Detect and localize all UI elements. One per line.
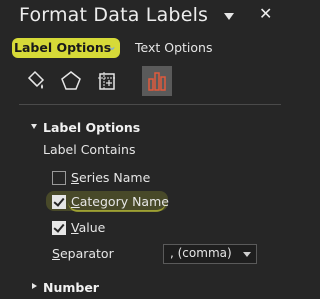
fill-line-tab[interactable]: [20, 66, 50, 96]
pane-options-chevron-icon[interactable]: [222, 8, 236, 20]
size-properties-tab[interactable]: [92, 66, 122, 96]
value-checkbox[interactable]: [52, 221, 66, 235]
close-icon[interactable]: ✕: [259, 4, 272, 23]
label-contains-heading: Label Contains: [43, 142, 136, 157]
label-options-icon-tab[interactable]: [142, 66, 172, 96]
value-label: Value: [71, 220, 106, 235]
pane-title: Format Data Labels: [19, 4, 209, 26]
effects-tab[interactable]: [56, 66, 86, 96]
yellow-underline-mark: [68, 194, 166, 212]
size-properties-icon: [98, 72, 116, 90]
expand-triangle-icon[interactable]: [32, 283, 37, 289]
divider: [19, 104, 281, 105]
section-label-options-header[interactable]: Label Options: [43, 120, 140, 135]
tab-label-options-label: Label Options: [14, 40, 112, 55]
separator-select[interactable]: , (comma): [163, 244, 257, 264]
chevron-down-icon: ⌄: [107, 39, 118, 53]
category-name-checkbox[interactable]: [52, 195, 66, 209]
separator-label: Separator: [52, 246, 114, 261]
bar-chart-icon: [148, 72, 166, 91]
series-name-label: Series Name: [71, 170, 151, 185]
dropdown-arrow-icon: [243, 252, 251, 257]
section-number-header[interactable]: Number: [43, 280, 99, 295]
pentagon-icon: [61, 71, 81, 90]
collapse-triangle-icon[interactable]: [31, 124, 37, 129]
tab-text-options[interactable]: Text Options: [135, 40, 212, 55]
separator-value: , (comma): [170, 246, 232, 260]
tab-label-options[interactable]: Label Options ⌄: [12, 38, 120, 58]
paint-bucket-icon: [27, 70, 45, 89]
series-name-checkbox[interactable]: [52, 171, 66, 185]
